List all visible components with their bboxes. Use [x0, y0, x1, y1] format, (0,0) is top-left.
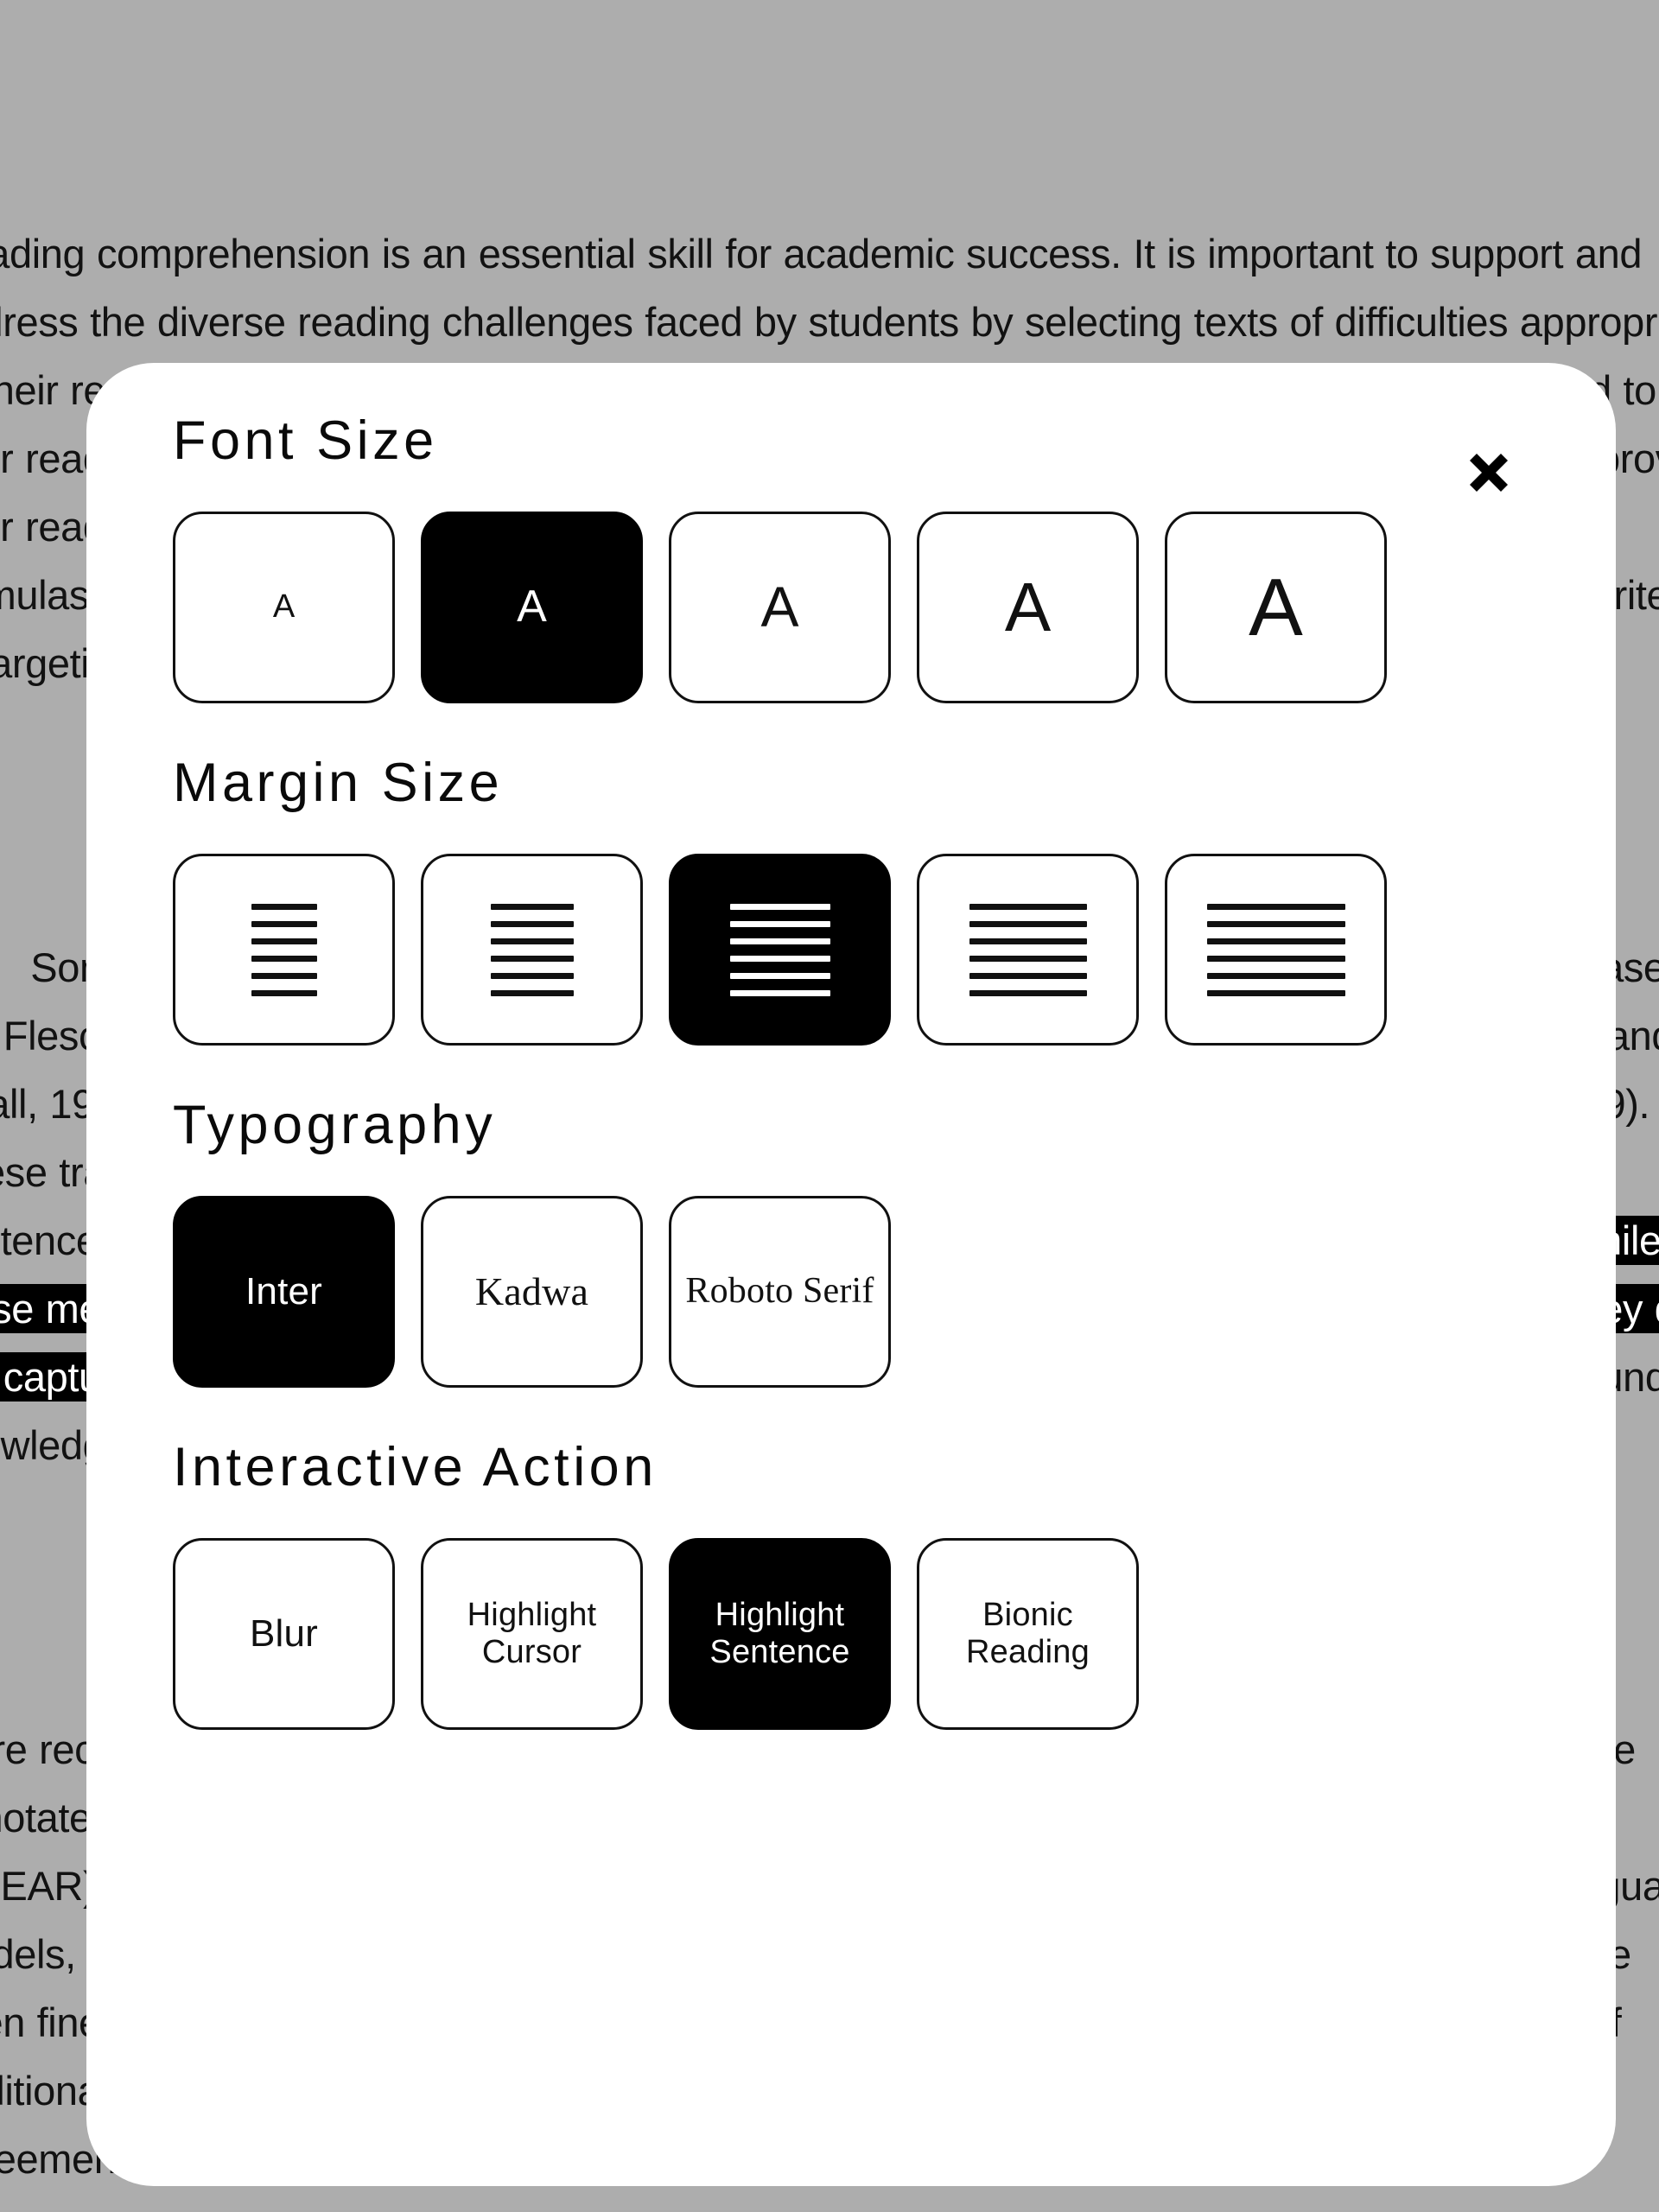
section-interactive-action: Interactive Action Blur Highlight Cursor…	[173, 1437, 1529, 1731]
interactive-action-label: Highlight Cursor	[467, 1596, 597, 1671]
text-lines-wide-icon	[1206, 903, 1345, 996]
typography-option-roboto-serif[interactable]: Roboto Serif	[669, 1196, 891, 1389]
interactive-action-label: Blur	[249, 1612, 319, 1656]
margin-size-option-4[interactable]	[917, 854, 1139, 1046]
close-icon	[1458, 442, 1520, 504]
interactive-action-label: Bionic Reading	[966, 1596, 1090, 1671]
margin-size-option-1[interactable]	[173, 854, 395, 1046]
typography-options: Inter Kadwa Roboto Serif	[173, 1196, 1529, 1389]
text-lines-icon	[969, 903, 1087, 996]
text-lines-icon	[729, 903, 830, 996]
margin-size-option-3[interactable]	[669, 854, 891, 1046]
close-button[interactable]	[1450, 434, 1528, 512]
typography-label: Inter	[245, 1270, 323, 1313]
interactive-action-options: Blur Highlight Cursor Highlight Sentence…	[173, 1538, 1529, 1731]
font-size-option-5[interactable]: A	[1165, 512, 1387, 704]
section-title-interactive-action: Interactive Action	[173, 1437, 658, 1498]
font-size-label: A	[1004, 569, 1052, 646]
margin-size-options	[173, 854, 1529, 1046]
section-title-typography: Typography	[173, 1095, 497, 1156]
margin-size-option-2[interactable]	[421, 854, 643, 1046]
typography-label: Roboto Serif	[685, 1271, 874, 1312]
section-font-size: Font Size A A A A A	[173, 410, 1529, 704]
font-size-option-1[interactable]: A	[173, 512, 395, 704]
section-typography: Typography Inter Kadwa Roboto Serif	[173, 1095, 1529, 1389]
text-lines-narrow-icon	[251, 903, 317, 996]
typography-label: Kadwa	[474, 1268, 589, 1313]
section-title-margin-size: Margin Size	[173, 753, 504, 814]
reader-settings-modal: Font Size A A A A A Margin Size Typograp…	[86, 363, 1616, 2186]
interactive-action-option-highlight-sentence[interactable]: Highlight Sentence	[669, 1538, 891, 1731]
margin-size-option-5[interactable]	[1165, 854, 1387, 1046]
reader-settings-screen: Reading comprehension is an essential sk…	[0, 0, 1659, 2212]
interactive-action-option-blur[interactable]: Blur	[173, 1538, 395, 1731]
interactive-action-label: Highlight Sentence	[709, 1596, 850, 1671]
typography-option-kadwa[interactable]: Kadwa	[421, 1196, 643, 1389]
font-size-label: A	[272, 588, 296, 626]
interactive-action-option-bionic-reading[interactable]: Bionic Reading	[917, 1538, 1139, 1731]
section-title-font-size: Font Size	[173, 410, 438, 471]
font-size-option-2[interactable]: A	[421, 512, 643, 704]
font-size-label: A	[760, 575, 799, 639]
interactive-action-option-highlight-cursor[interactable]: Highlight Cursor	[421, 1538, 643, 1731]
section-margin-size: Margin Size	[173, 753, 1529, 1046]
font-size-option-3[interactable]: A	[669, 512, 891, 704]
font-size-options: A A A A A	[173, 512, 1529, 704]
font-size-label: A	[517, 582, 547, 632]
font-size-label: A	[1249, 562, 1303, 653]
font-size-option-4[interactable]: A	[917, 512, 1139, 704]
text-lines-icon	[490, 903, 574, 996]
typography-option-inter[interactable]: Inter	[173, 1196, 395, 1389]
